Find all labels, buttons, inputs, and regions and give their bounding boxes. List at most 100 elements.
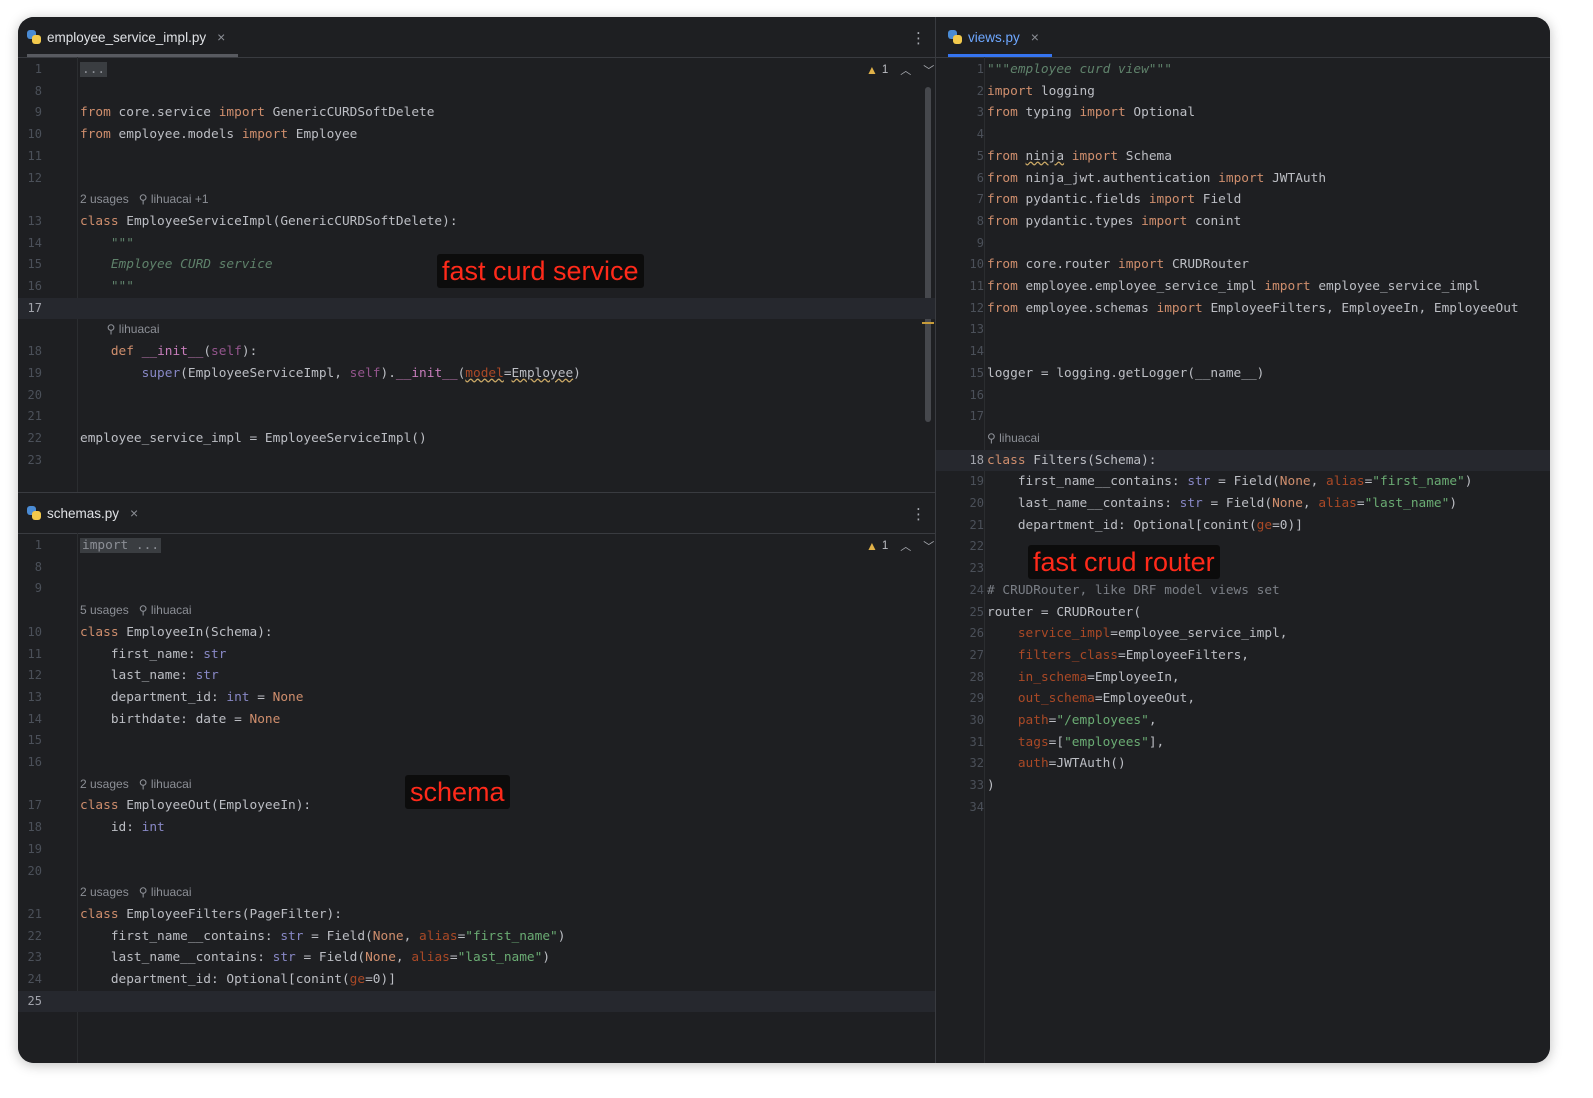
code-text[interactable]: auth=JWTAuth() — [987, 753, 1126, 775]
code-text[interactable]: """ — [80, 276, 134, 298]
code-line[interactable]: 28 in_schema=EmployeeIn, — [936, 667, 1550, 689]
code-text[interactable]: from core.router import CRUDRouter — [987, 254, 1249, 276]
tab-employee-service-impl[interactable]: employee_service_impl.py × — [27, 17, 238, 57]
code-text[interactable]: from employee.employee_service_impl impo… — [987, 276, 1480, 298]
code-line[interactable]: 15 logger = logging.getLogger(__name__) — [936, 363, 1550, 385]
code-text[interactable]: in_schema=EmployeeIn, — [987, 667, 1180, 689]
inlay-hint-row[interactable]: ⚲ lihuacai — [936, 428, 1550, 450]
code-text[interactable]: department_id: Optional[conint(ge=0)] — [80, 969, 396, 991]
code-line[interactable]: 9 — [936, 233, 1550, 255]
code-line[interactable]: 1 import ... — [18, 535, 935, 557]
code-text[interactable]: from employee.schemas import EmployeeFil… — [987, 298, 1519, 320]
inlay-hint-row[interactable]: ⚲ lihuacai — [18, 319, 935, 341]
usages-hint[interactable]: 2 usages ⚲ lihuacai — [80, 882, 192, 904]
code-line[interactable]: 33) — [936, 775, 1550, 797]
code-line[interactable]: 6 from ninja_jwt.authentication import JW… — [936, 168, 1550, 190]
code-line[interactable]: 18 class Filters(Schema): — [936, 449, 1550, 472]
code-text[interactable]: super(EmployeeServiceImpl, self).__init_… — [80, 363, 581, 385]
code-line[interactable]: 20 — [18, 385, 935, 407]
code-text[interactable]: path="/employees", — [987, 710, 1157, 732]
code-line[interactable]: 29 out_schema=EmployeeOut, — [936, 688, 1550, 710]
close-tab-icon[interactable]: × — [1031, 29, 1039, 45]
code-line[interactable]: 14 — [936, 341, 1550, 363]
code-text[interactable]: from employee.models import Employee — [80, 124, 357, 146]
close-tab-icon[interactable]: × — [217, 29, 225, 45]
code-line[interactable]: 11 first_name: str — [18, 644, 935, 666]
more-options-icon[interactable]: ⋮ — [911, 29, 926, 47]
code-text[interactable]: last_name__contains: str = Field(None, a… — [987, 493, 1457, 515]
code-text[interactable]: def __init__(self): — [80, 341, 257, 363]
code-line[interactable]: 14 birthdate: date = None — [18, 709, 935, 731]
usages-hint[interactable]: 5 usages ⚲ lihuacai — [80, 600, 192, 622]
code-line[interactable]: 9 from core.service import GenericCURDSof… — [18, 102, 935, 124]
code-line[interactable]: 31 tags=["employees"], — [936, 732, 1550, 754]
code-text[interactable]: class Filters(Schema): — [987, 450, 1157, 472]
code-line[interactable]: 24 department_id: Optional[conint(ge=0)] — [18, 969, 935, 991]
code-text[interactable]: Employee CURD service — [80, 254, 273, 276]
code-line[interactable]: 16 — [936, 385, 1550, 407]
code-line[interactable]: 8 from pydantic.types import conint — [936, 211, 1550, 233]
inlay-hint-row[interactable]: 5 usages ⚲ lihuacai — [18, 600, 935, 622]
code-line[interactable]: 9 — [18, 578, 935, 600]
code-line[interactable]: 11 from employee.employee_service_impl im… — [936, 276, 1550, 298]
code-text[interactable]: from pydantic.fields import Field — [987, 189, 1241, 211]
code-text[interactable]: last_name__contains: str = Field(None, a… — [80, 947, 550, 969]
code-line[interactable]: 25 router = CRUDRouter( — [936, 602, 1550, 624]
code-line[interactable]: 23 last_name__contains: str = Field(None… — [18, 947, 935, 969]
code-text[interactable]: department_id: Optional[conint(ge=0)] — [987, 515, 1303, 537]
code-line[interactable]: 11 — [18, 146, 935, 168]
inlay-hint-row[interactable]: 2 usages ⚲ lihuacai — [18, 882, 935, 904]
code-line[interactable]: 30 path="/employees", — [936, 710, 1550, 732]
code-line[interactable]: 12 from employee.schemas import EmployeeF… — [936, 298, 1550, 320]
code-line[interactable]: 10 from employee.models import Employee — [18, 124, 935, 146]
code-line[interactable]: 2 import logging — [936, 81, 1550, 103]
code-line[interactable]: 26 service_impl=employee_service_impl, — [936, 623, 1550, 645]
code-line[interactable]: 27 filters_class=EmployeeFilters, — [936, 645, 1550, 667]
code-line[interactable]: 15 — [18, 730, 935, 752]
code-text[interactable]: ) — [987, 775, 995, 797]
code-line[interactable]: 1 """employee curd view""" — [936, 59, 1550, 81]
code-line[interactable]: 4 — [936, 124, 1550, 146]
code-text[interactable]: service_impl=employee_service_impl, — [987, 623, 1288, 645]
code-text[interactable]: from typing import Optional — [987, 102, 1195, 124]
code-text[interactable]: id: int — [80, 817, 165, 839]
code-line[interactable]: 13 class EmployeeServiceImpl(GenericCURDS… — [18, 211, 935, 233]
usages-hint[interactable]: 2 usages ⚲ lihuacai — [80, 774, 192, 796]
code-text[interactable]: from pydantic.types import conint — [987, 211, 1241, 233]
inlay-hint-row[interactable]: 2 usages ⚲ lihuacai +1 — [18, 189, 935, 211]
code-line[interactable]: 10 from core.router import CRUDRouter — [936, 254, 1550, 276]
code-text[interactable]: import logging — [987, 81, 1095, 103]
code-line[interactable]: 20 — [18, 861, 935, 883]
code-text[interactable]: first_name__contains: str = Field(None, … — [80, 926, 566, 948]
code-line[interactable]: 23 — [18, 450, 935, 472]
usages-hint[interactable]: ⚲ lihuacai — [987, 428, 1040, 450]
code-line[interactable]: 24 # CRUDRouter, like DRF model views set — [936, 580, 1550, 602]
code-line[interactable]: 17 — [936, 406, 1550, 428]
code-line[interactable]: 19 — [18, 839, 935, 861]
code-text[interactable]: class EmployeeIn(Schema): — [80, 622, 273, 644]
code-text[interactable]: class EmployeeServiceImpl(GenericCURDSof… — [80, 211, 458, 233]
code-text[interactable]: from ninja import Schema — [987, 146, 1172, 168]
code-line[interactable]: 21 — [18, 406, 935, 428]
code-text[interactable]: employee_service_impl = EmployeeServiceI… — [80, 428, 427, 450]
code-text[interactable]: tags=["employees"], — [987, 732, 1164, 754]
code-line[interactable]: 12 last_name: str — [18, 665, 935, 687]
code-text[interactable]: filters_class=EmployeeFilters, — [987, 645, 1249, 667]
code-line[interactable]: 18 id: int — [18, 817, 935, 839]
code-text[interactable]: logger = logging.getLogger(__name__) — [987, 363, 1264, 385]
close-tab-icon[interactable]: × — [130, 505, 138, 521]
code-text[interactable]: birthdate: date = None — [80, 709, 281, 731]
code-line[interactable]: 13 department_id: int = None — [18, 687, 935, 709]
code-text[interactable]: ... — [80, 59, 108, 81]
code-line[interactable]: 22 first_name__contains: str = Field(Non… — [18, 926, 935, 948]
code-line[interactable]: 5 from ninja import Schema — [936, 146, 1550, 168]
code-line[interactable]: 8 — [18, 81, 935, 103]
usages-hint[interactable]: ⚲ lihuacai — [80, 319, 160, 341]
code-line[interactable]: 13 — [936, 319, 1550, 341]
code-line[interactable]: 22 employee_service_impl = EmployeeServic… — [18, 428, 935, 450]
code-line[interactable]: 21 department_id: Optional[conint(ge=0)] — [936, 515, 1550, 537]
more-options-icon[interactable]: ⋮ — [911, 505, 926, 523]
tab-views[interactable]: views.py × — [948, 17, 1052, 57]
code-text[interactable]: department_id: int = None — [80, 687, 304, 709]
code-text[interactable]: from ninja_jwt.authentication import JWT… — [987, 168, 1326, 190]
